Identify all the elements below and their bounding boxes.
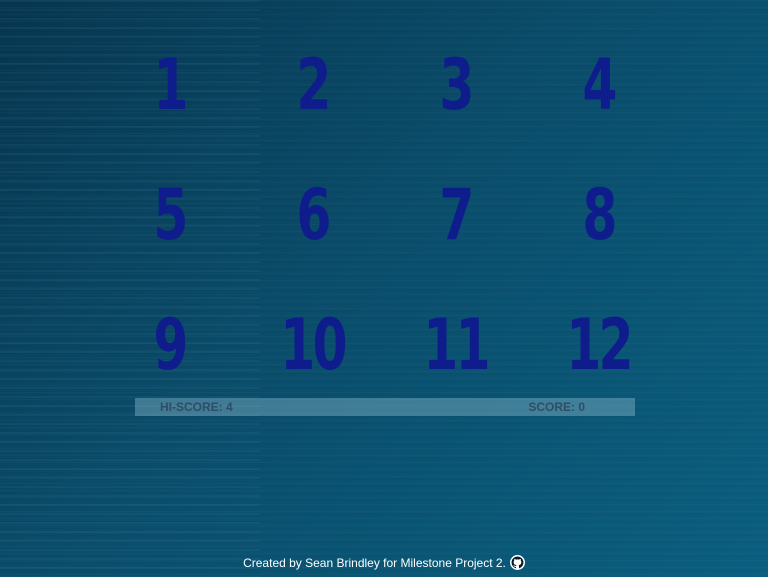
tile-9[interactable]: 9 (118, 280, 221, 410)
score-bar: HI-SCORE: 4 SCORE: 0 (135, 398, 635, 416)
tile-5[interactable]: 5 (118, 150, 221, 280)
tile-2[interactable]: 2 (261, 20, 364, 150)
tile-11[interactable]: 11 (404, 280, 507, 410)
footer-credit-text: Created by Sean Brindley for Milestone P… (243, 555, 506, 570)
tile-12[interactable]: 12 (547, 280, 650, 410)
tile-8[interactable]: 8 (547, 150, 650, 280)
tile-10[interactable]: 10 (261, 280, 364, 410)
tile-1[interactable]: 1 (118, 20, 221, 150)
hi-score-label: HI-SCORE: 4 (160, 400, 233, 414)
tile-7[interactable]: 7 (404, 150, 507, 280)
tile-4[interactable]: 4 (547, 20, 650, 150)
footer: Created by Sean Brindley for Milestone P… (0, 555, 768, 570)
tile-6[interactable]: 6 (261, 150, 364, 280)
number-tile-grid: 1 2 3 4 5 6 7 8 9 10 11 12 (98, 20, 670, 410)
github-icon[interactable] (509, 555, 525, 570)
score-label: SCORE: 0 (528, 400, 585, 414)
tile-3[interactable]: 3 (404, 20, 507, 150)
